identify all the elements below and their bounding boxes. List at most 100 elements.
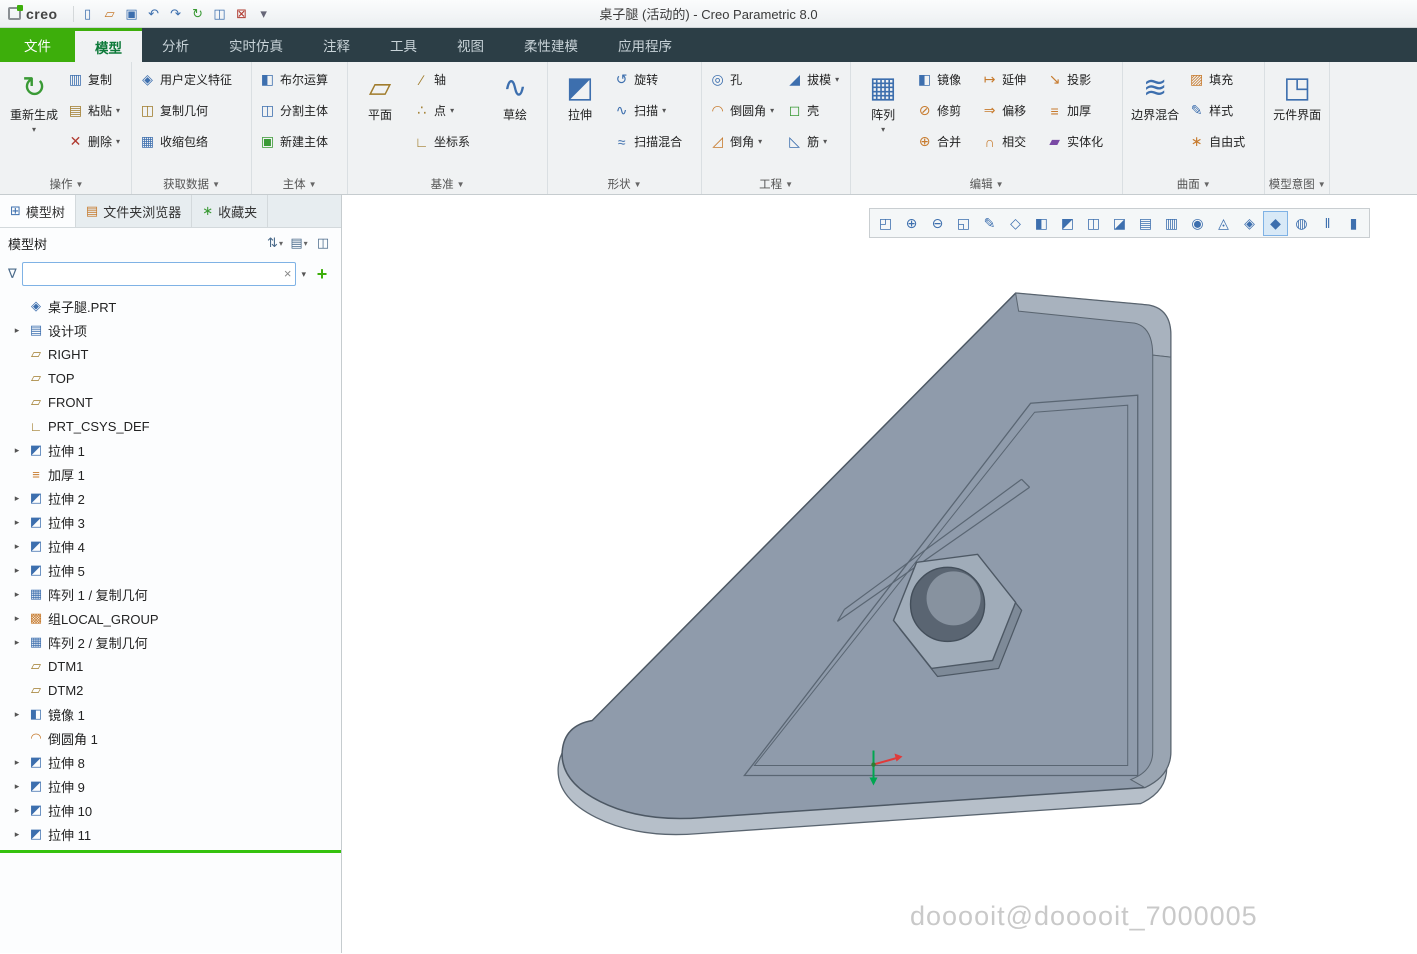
3d-viewport[interactable] bbox=[342, 195, 1417, 953]
ribbon-tab[interactable]: 模型 bbox=[75, 28, 142, 62]
ribbon-button[interactable]: ◺ 筋 ▾ bbox=[782, 126, 847, 157]
selection-options-icon[interactable]: ◈ bbox=[1237, 211, 1262, 236]
ribbon-button[interactable]: ∿ 扫描 ▾ bbox=[609, 95, 698, 126]
expand-arrow-icon[interactable]: ▸ bbox=[10, 589, 24, 600]
ribbon-button[interactable]: ▨ 填充 bbox=[1184, 64, 1261, 95]
appearance-icon[interactable]: ◪ bbox=[1107, 211, 1132, 236]
add-filter-button[interactable]: + bbox=[311, 264, 333, 285]
ribbon-tab[interactable]: 视图 bbox=[437, 28, 504, 62]
undo-icon[interactable]: ↶ bbox=[143, 3, 165, 25]
pattern-button[interactable]: ▦ 阵列 ▾ bbox=[854, 64, 912, 174]
refit-icon[interactable]: ◱ bbox=[951, 211, 976, 236]
tree-filter-input[interactable] bbox=[21, 262, 297, 286]
3d-dragger-icon[interactable]: ◆ bbox=[1263, 210, 1288, 236]
ribbon-button[interactable]: ∗ 自由式 bbox=[1184, 126, 1261, 157]
customize-toolbar-icon[interactable]: ▾ bbox=[253, 3, 275, 25]
tree-item[interactable]: ▸ ◩ 拉伸 11 bbox=[0, 822, 341, 846]
expand-arrow-icon[interactable]: ▸ bbox=[10, 613, 24, 624]
datum-plane-button[interactable]: ▱ 平面 bbox=[351, 64, 409, 174]
ribbon-button[interactable]: ▥ 复制 bbox=[63, 64, 128, 95]
annotation-display-icon[interactable]: ▥ bbox=[1159, 211, 1184, 236]
tree-item[interactable]: ◠ 倒圆角 1 bbox=[0, 726, 341, 750]
expand-arrow-icon[interactable]: ▸ bbox=[10, 445, 24, 456]
section-icon[interactable]: ◫ bbox=[1081, 211, 1106, 236]
tree-item[interactable]: ≡ 加厚 1 bbox=[0, 462, 341, 486]
ribbon-button[interactable]: ◫ 分割主体 bbox=[255, 95, 344, 126]
repaint-icon[interactable]: ✎ bbox=[977, 211, 1002, 236]
navigator-tab[interactable]: ⊞ 模型树 bbox=[0, 195, 76, 227]
tree-item[interactable]: ▱ TOP bbox=[0, 366, 341, 390]
ribbon-tab[interactable]: 应用程序 bbox=[598, 28, 692, 62]
group-label[interactable]: 操作 ▼ bbox=[5, 174, 128, 194]
ribbon-button[interactable]: ◿ 倒角 ▾ bbox=[705, 126, 782, 157]
tree-item[interactable]: ◈ 桌子腿.PRT bbox=[0, 294, 341, 318]
expand-arrow-icon[interactable]: ▸ bbox=[10, 493, 24, 504]
tree-item[interactable]: ▸ ◩ 拉伸 3 bbox=[0, 510, 341, 534]
expand-arrow-icon[interactable]: ▸ bbox=[10, 781, 24, 792]
ribbon-button[interactable]: ∟ 坐标系 bbox=[409, 126, 486, 157]
group-label[interactable]: 工程 ▼ bbox=[705, 174, 847, 194]
tree-item[interactable]: ▸ ◩ 拉伸 5 bbox=[0, 558, 341, 582]
tree-item[interactable]: ▱ RIGHT bbox=[0, 342, 341, 366]
group-label[interactable]: 曲面 ▼ bbox=[1126, 174, 1261, 194]
spin-center-icon[interactable]: ◉ bbox=[1185, 211, 1210, 236]
zoom-out-icon[interactable]: ⊖ bbox=[925, 211, 950, 236]
tree-item[interactable]: ▱ DTM1 bbox=[0, 654, 341, 678]
regenerate-icon[interactable]: ↻ bbox=[187, 3, 209, 25]
ribbon-button[interactable]: ↺ 旋转 bbox=[609, 64, 698, 95]
extrude-button[interactable]: ◩ 拉伸 bbox=[551, 64, 609, 174]
saved-orientations-icon[interactable]: ◇ bbox=[1003, 211, 1028, 236]
group-label[interactable]: 基准 ▼ bbox=[351, 174, 544, 194]
stop-icon[interactable]: ▮ bbox=[1341, 211, 1366, 236]
ribbon-button[interactable]: ◻ 壳 bbox=[782, 95, 847, 126]
tree-item[interactable]: ▸ ◧ 镜像 1 bbox=[0, 702, 341, 726]
tree-item[interactable]: ▸ ▦ 阵列 1 / 复制几何 bbox=[0, 582, 341, 606]
tree-settings-icon[interactable]: ◫ bbox=[313, 233, 333, 253]
ribbon-tab[interactable]: 注释 bbox=[303, 28, 370, 62]
ribbon-button[interactable]: ⇒ 偏移 bbox=[977, 95, 1042, 126]
group-label[interactable]: 主体 ▼ bbox=[255, 174, 344, 194]
expand-arrow-icon[interactable]: ▸ bbox=[10, 517, 24, 528]
ribbon-button[interactable]: ▣ 新建主体 bbox=[255, 126, 344, 157]
ribbon-button[interactable]: ◧ 布尔运算 bbox=[255, 64, 344, 95]
ribbon-tab[interactable]: 文件 bbox=[0, 28, 75, 62]
pause-icon[interactable]: ‖ bbox=[1315, 211, 1340, 236]
navigator-tab[interactable]: ∗ 收藏夹 bbox=[192, 195, 269, 227]
tree-item[interactable]: ▸ ◩ 拉伸 8 bbox=[0, 750, 341, 774]
tree-resize-divider[interactable] bbox=[0, 850, 341, 853]
ribbon-button[interactable]: ▰ 实体化 bbox=[1042, 126, 1119, 157]
tree-display-icon[interactable]: ▤ ▾ bbox=[289, 233, 309, 253]
ribbon-button[interactable]: ◧ 镜像 bbox=[912, 64, 977, 95]
ribbon-button[interactable]: ∩ 相交 bbox=[977, 126, 1042, 157]
filter-dropdown-icon[interactable]: ▾ bbox=[301, 269, 306, 280]
expand-arrow-icon[interactable]: ▸ bbox=[10, 829, 24, 840]
ribbon-button[interactable]: ↦ 延伸 bbox=[977, 64, 1042, 95]
group-label[interactable]: 获取数据 ▼ bbox=[135, 174, 248, 194]
redo-icon[interactable]: ↷ bbox=[165, 3, 187, 25]
ribbon-button[interactable]: ⊕ 合并 bbox=[912, 126, 977, 157]
sketch-button[interactable]: ∿ 草绘 bbox=[486, 64, 544, 174]
ribbon-button[interactable]: ▤ 粘贴 ▾ bbox=[63, 95, 128, 126]
boundary-blend-button[interactable]: ≋ 边界混合 bbox=[1126, 64, 1184, 174]
zoom-in-icon[interactable]: ⊕ bbox=[899, 211, 924, 236]
tree-item[interactable]: ∟ PRT_CSYS_DEF bbox=[0, 414, 341, 438]
regenerate-button[interactable]: ↻ 重新生成 ▾ bbox=[5, 64, 63, 174]
group-label[interactable]: 模型意图 ▼ bbox=[1268, 174, 1326, 194]
group-label[interactable]: 形状 ▼ bbox=[551, 174, 698, 194]
ribbon-button[interactable]: ≈ 扫描混合 bbox=[609, 126, 698, 157]
ribbon-tab[interactable]: 实时仿真 bbox=[209, 28, 303, 62]
ribbon-button[interactable]: ◎ 孔 bbox=[705, 64, 782, 95]
ribbon-button[interactable]: ↘ 投影 bbox=[1042, 64, 1119, 95]
display-style-icon[interactable]: ◧ bbox=[1029, 211, 1054, 236]
graphics-alert-icon[interactable]: ◍ bbox=[1289, 211, 1314, 236]
new-file-icon[interactable]: ▯ bbox=[77, 3, 99, 25]
datum-display-icon[interactable]: ▤ bbox=[1133, 211, 1158, 236]
ribbon-button[interactable]: ✎ 样式 bbox=[1184, 95, 1261, 126]
ribbon-button[interactable]: ≡ 加厚 bbox=[1042, 95, 1119, 126]
expand-arrow-icon[interactable]: ▸ bbox=[10, 805, 24, 816]
expand-arrow-icon[interactable]: ▸ bbox=[10, 637, 24, 648]
part-main-face[interactable] bbox=[561, 292, 1172, 820]
tree-filter-icon[interactable]: ⇅ ▾ bbox=[265, 233, 285, 253]
window-settings-icon[interactable]: ◫ bbox=[209, 3, 231, 25]
navigator-tab[interactable]: ▤ 文件夹浏览器 bbox=[76, 195, 193, 227]
